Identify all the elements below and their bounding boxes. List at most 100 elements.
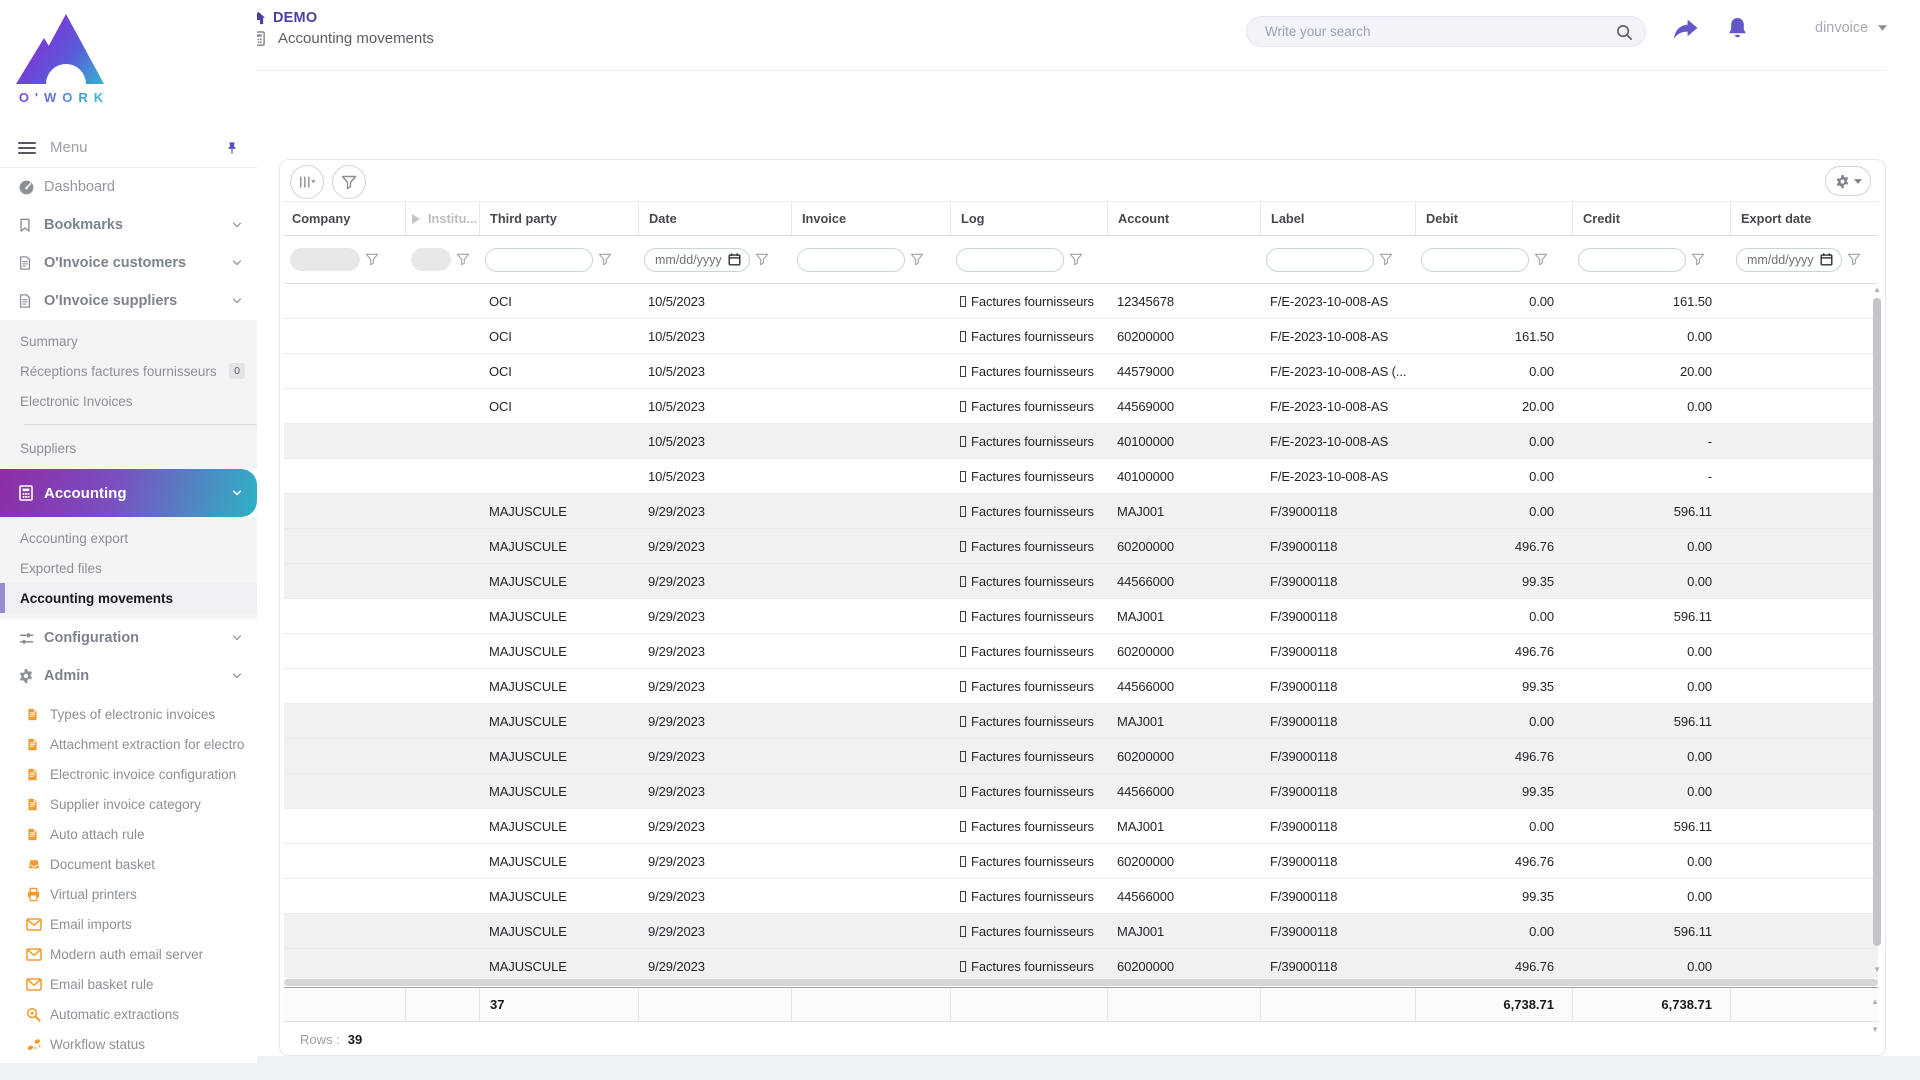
table-row[interactable]: MAJUSCULE 9/29/2023 Factures fournisseurs M… [284,599,1878,634]
column-header-account[interactable]: Account [1107,202,1260,235]
app-logo[interactable]: O'WORK [0,0,257,128]
gauge-icon [18,179,44,196]
table-row[interactable]: MAJUSCULE 9/29/2023 Factures fournisseurs M… [284,494,1878,529]
column-header-third-party[interactable]: Third party [479,202,638,235]
table-row[interactable]: OCI 10/5/2023 Factures fournisseurs 4456900… [284,389,1878,424]
column-header-label[interactable]: Label [1260,202,1415,235]
column-header-debit[interactable]: Debit [1415,202,1572,235]
sidebar-item-email-imports[interactable]: Email imports [0,909,257,939]
filter-input-invoice[interactable] [797,247,905,272]
table-row[interactable]: MAJUSCULE 9/29/2023 Factures fournisseurs 6… [284,739,1878,774]
funnel-icon[interactable] [1534,253,1548,266]
filter-input-log[interactable] [956,247,1064,272]
sidebar-item-admin[interactable]: Admin [0,657,257,695]
sidebar-item-o-invoice-suppliers[interactable]: O'Invoice suppliers [0,282,257,320]
search-icon[interactable] [1616,24,1633,46]
filter-input-label[interactable] [1266,247,1374,272]
table-row[interactable]: 10/5/2023 Factures fournisseurs 40100000 F/… [284,459,1878,494]
search-input[interactable] [1265,17,1605,46]
table-row[interactable]: MAJUSCULE 9/29/2023 Factures fournisseurs 6… [284,844,1878,879]
table-row[interactable]: MAJUSCULE 9/29/2023 Factures fournisseurs M… [284,914,1878,949]
hamburger-icon[interactable] [18,141,36,155]
column-header-institu[interactable]: Institu... [405,202,479,235]
sidebar-item-o-invoice-customers[interactable]: O'Invoice customers [0,244,257,282]
cell-credit: 0.00 [1687,748,1712,764]
calendar-icon[interactable] [728,253,741,266]
column-header-company[interactable]: Company [284,202,405,235]
table-row[interactable]: MAJUSCULE 9/29/2023 Factures fournisseurs M… [284,704,1878,739]
scroll-down-icon[interactable]: ▼ [1873,966,1881,974]
filter-button[interactable] [332,165,366,199]
table-row[interactable]: MAJUSCULE 9/29/2023 Factures fournisseurs 4… [284,669,1878,704]
column-header-log[interactable]: Log [950,202,1107,235]
column-header-date[interactable]: Date [638,202,791,235]
scroll-up-icon[interactable]: ▲ [1873,286,1881,294]
funnel-icon[interactable] [1847,253,1861,266]
sidebar-item-automatic-extractions[interactable]: Automatic extractions [0,999,257,1029]
table-row[interactable]: MAJUSCULE 9/29/2023 Factures fournisseurs 4… [284,879,1878,914]
sidebar-item-suppliers[interactable]: Suppliers [0,433,257,463]
table-settings-button[interactable] [1825,166,1871,196]
column-header-export-date[interactable]: Export date [1730,202,1878,235]
date-filter-date[interactable]: mm/dd/yyyy [644,247,750,272]
funnel-icon[interactable] [910,253,924,266]
filter-input-third-party[interactable] [485,247,593,272]
table-row[interactable]: MAJUSCULE 9/29/2023 Factures fournisseurs M… [284,809,1878,844]
funnel-icon[interactable] [1691,253,1705,266]
funnel-icon[interactable] [456,253,470,266]
bell-icon[interactable] [1727,16,1748,45]
horizontal-scrollbar[interactable] [284,978,1878,987]
sidebar-item-accounting-export[interactable]: Accounting export [0,523,257,553]
sidebar-item-r-ceptions-factures-fournisseurs[interactable]: Réceptions factures fournisseurs 0 [0,356,257,386]
sidebar-item-accounting-movements[interactable]: Accounting movements [0,583,257,613]
sidebar-item-virtual-printers[interactable]: Virtual printers [0,879,257,909]
funnel-icon[interactable] [755,253,769,266]
vertical-scrollbar[interactable]: ▲ ▼ [1872,284,1882,978]
funnel-icon[interactable] [1379,253,1393,266]
summary-scroll-down-icon[interactable]: ▼ [1871,1026,1879,1034]
calendar-icon[interactable] [1820,253,1833,266]
sidebar-item-configuration[interactable]: Configuration [0,619,257,657]
column-header-credit[interactable]: Credit [1572,202,1730,235]
table-row[interactable]: MAJUSCULE 9/29/2023 Factures fournisseurs 4… [284,774,1878,809]
user-menu[interactable]: dinvoice [1815,20,1888,36]
sidebar-item-workflow-status[interactable]: Workflow status [0,1029,257,1059]
date-filter-export-date[interactable]: mm/dd/yyyy [1736,247,1842,272]
summary-scroll-up-icon[interactable]: ▲ [1871,998,1879,1006]
vertical-scrollbar-thumb[interactable] [1873,298,1881,946]
sidebar-item-types-of-electronic-invoices[interactable]: Types of electronic invoices [0,699,257,729]
table-row[interactable]: OCI 10/5/2023 Factures fournisseurs 4457900… [284,354,1878,389]
sidebar-item-dashboard[interactable]: Dashboard [0,168,257,206]
columns-button[interactable] [290,165,324,199]
table-row[interactable]: MAJUSCULE 9/29/2023 Factures fournisseurs 6… [284,529,1878,564]
filter-input-credit[interactable] [1578,247,1686,272]
breadcrumb[interactable]: DEMO [251,10,317,26]
horizontal-scrollbar-thumb[interactable] [284,979,1878,986]
sidebar-item-email-basket-rule[interactable]: Email basket rule [0,969,257,999]
table-row[interactable]: MAJUSCULE 9/29/2023 Factures fournisseurs 6… [284,634,1878,669]
expand-group-icon[interactable] [412,213,420,224]
share-icon[interactable] [1672,18,1699,47]
sidebar-item-bookmarks[interactable]: Bookmarks [0,206,257,244]
sidebar-item-document-basket[interactable]: Document basket [0,849,257,879]
sidebar-item-exported-files[interactable]: Exported files [0,553,257,583]
sidebar-item-electronic-invoice-configuration[interactable]: Electronic invoice configuration [0,759,257,789]
sidebar-item-supplier-invoice-category[interactable]: Supplier invoice category [0,789,257,819]
funnel-icon[interactable] [1069,253,1083,266]
sidebar-item-modern-auth-email-server[interactable]: Modern auth email server [0,939,257,969]
sidebar-item-auto-attach-rule[interactable]: Auto attach rule [0,819,257,849]
pin-icon[interactable] [225,140,239,156]
funnel-icon[interactable] [365,253,379,266]
column-header-invoice[interactable]: Invoice [791,202,950,235]
sidebar-item-summary[interactable]: Summary [0,326,257,356]
table-row[interactable]: OCI 10/5/2023 Factures fournisseurs 1234567… [284,284,1878,319]
filter-input-debit[interactable] [1421,247,1529,272]
sidebar-item-attachment-extraction-for-electroni[interactable]: Attachment extraction for electroni [0,729,257,759]
table-row[interactable]: MAJUSCULE 9/29/2023 Factures fournisseurs 4… [284,564,1878,599]
table-row[interactable]: MAJUSCULE 9/29/2023 Factures fournisseurs 6… [284,949,1878,978]
sidebar-item-electronic-invoices[interactable]: Electronic Invoices [0,386,257,416]
sidebar-item-accounting[interactable]: Accounting [0,469,257,517]
table-row[interactable]: OCI 10/5/2023 Factures fournisseurs 6020000… [284,319,1878,354]
funnel-icon[interactable] [598,253,612,266]
table-row[interactable]: 10/5/2023 Factures fournisseurs 40100000 F/… [284,424,1878,459]
